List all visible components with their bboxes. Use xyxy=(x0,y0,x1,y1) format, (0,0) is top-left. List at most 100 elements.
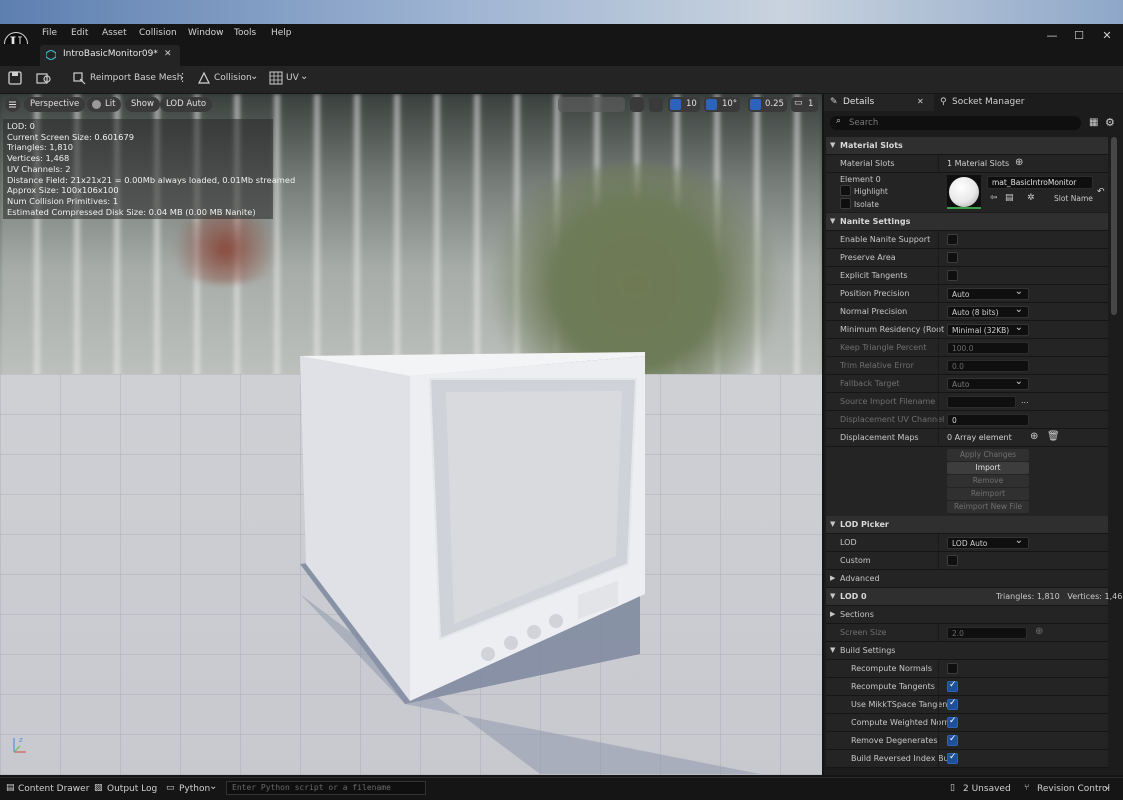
highlight-label: Highlight xyxy=(854,187,888,196)
transform-tools[interactable] xyxy=(558,97,625,112)
use-selected-icon[interactable]: ⇦ xyxy=(990,193,998,203)
section-nanite-settings[interactable]: ▼ Nanite Settings xyxy=(826,213,1108,231)
isolate-checkbox[interactable] xyxy=(840,198,851,209)
python-dropdown[interactable]: Python xyxy=(179,784,210,794)
scale-snap-icon xyxy=(750,99,761,110)
add-element-icon[interactable]: ⊕ xyxy=(1030,431,1038,442)
unsaved-button[interactable]: 2 Unsaved xyxy=(963,784,1011,794)
row-custom: Custom xyxy=(826,552,1108,570)
trash-icon[interactable]: 🗑 xyxy=(1047,431,1060,442)
trim-relative-error-input[interactable]: 0.0 xyxy=(947,360,1029,372)
apply-changes-button[interactable]: Apply Changes xyxy=(947,449,1029,461)
section-lod-0[interactable]: ▼ LOD 0 Triangles: 1,810 Vertices: 1,468 xyxy=(826,588,1123,606)
show-button[interactable]: Show xyxy=(125,97,160,112)
section-material-slots[interactable]: ▼ Material Slots xyxy=(826,137,1108,155)
grid-snap-toggle[interactable]: 10 xyxy=(668,97,700,112)
section-title: LOD 0 xyxy=(840,592,867,601)
displacement-uv-input[interactable]: 0 xyxy=(947,414,1029,426)
settings-gear-icon[interactable]: ⚙ xyxy=(1105,116,1115,129)
fallback-target-dropdown[interactable]: Auto xyxy=(947,376,1029,390)
console-input[interactable]: Enter Python script or a filename xyxy=(226,781,426,795)
recompute-normals-checkbox[interactable] xyxy=(947,663,958,674)
material-thumbnail[interactable] xyxy=(947,175,981,209)
remove-degenerates-checkbox[interactable] xyxy=(947,734,958,746)
close-window-button[interactable]: ✕ xyxy=(1100,29,1114,43)
row-build-settings[interactable]: ▼ Build Settings xyxy=(826,642,1108,660)
screen-size-input[interactable]: 2.0 xyxy=(947,627,1027,639)
collision-dropdown[interactable]: Collision xyxy=(214,73,252,83)
reimport-button[interactable]: Reimport xyxy=(947,488,1029,500)
property-label: Enable Nanite Support xyxy=(840,235,931,244)
menu-file[interactable]: File xyxy=(42,28,57,38)
enable-nanite-checkbox[interactable] xyxy=(947,234,958,245)
lod-dropdown[interactable]: LOD Auto xyxy=(947,535,1029,549)
tab-asset[interactable]: IntroBasicMonitor09* ✕ xyxy=(40,45,180,66)
lod-auto-button[interactable]: LOD Auto xyxy=(160,97,213,112)
browse-icon[interactable]: ▤ xyxy=(1005,193,1014,203)
material-options-icon[interactable]: ✲ xyxy=(1027,193,1035,203)
weighted-normals-checkbox[interactable] xyxy=(947,716,958,728)
menu-asset[interactable]: Asset xyxy=(102,28,127,38)
lit-button[interactable]: Lit xyxy=(87,97,122,112)
section-lod-picker[interactable]: ▼ LOD Picker xyxy=(826,516,1108,534)
highlight-checkbox[interactable] xyxy=(840,185,851,196)
camera-speed-button[interactable]: ▭ 1 xyxy=(791,97,818,112)
world-local-icon[interactable] xyxy=(649,97,663,112)
menu-tools[interactable]: Tools xyxy=(234,28,256,38)
reset-arrow-icon[interactable]: ↶ xyxy=(1097,187,1105,197)
import-button[interactable]: Import xyxy=(947,462,1029,474)
property-label: Preserve Area xyxy=(840,253,896,262)
tab-socket-manager[interactable]: ⚲ Socket Manager xyxy=(936,94,1056,111)
details-search-input[interactable]: ⌕ Search xyxy=(830,116,1081,130)
menu-edit[interactable]: Edit xyxy=(71,28,88,38)
surface-snap-icon[interactable] xyxy=(630,97,644,112)
add-icon[interactable]: ⊕ xyxy=(1035,626,1043,637)
row-advanced[interactable]: ▶ Advanced xyxy=(826,570,1108,588)
output-log-button[interactable]: Output Log xyxy=(107,784,157,794)
scale-snap-toggle[interactable]: 0.25 xyxy=(748,97,787,112)
keep-triangle-input[interactable]: 100.0 xyxy=(947,342,1029,354)
search-placeholder: Search xyxy=(849,118,879,128)
revision-control-icon: ⑂ xyxy=(1024,783,1030,793)
mikktspace-checkbox[interactable] xyxy=(947,698,958,710)
tab-close-icon[interactable]: ✕ xyxy=(164,49,172,59)
property-label: Use MikkTSpace Tangent xyxy=(851,700,951,709)
position-precision-dropdown[interactable]: Auto xyxy=(947,286,1029,300)
source-import-input[interactable] xyxy=(947,396,1016,408)
minimize-button[interactable]: — xyxy=(1045,29,1059,43)
reversed-index-checkbox[interactable] xyxy=(947,752,958,764)
explicit-tangents-checkbox[interactable] xyxy=(947,270,958,281)
tab-details[interactable]: ✎ Details ✕ xyxy=(824,94,934,111)
row-sections[interactable]: ▶ Sections xyxy=(826,606,1108,624)
add-slot-icon[interactable]: ⊕ xyxy=(1015,157,1023,168)
maximize-button[interactable]: ☐ xyxy=(1072,29,1086,43)
output-log-icon: ▧ xyxy=(94,783,103,793)
minimum-residency-dropdown[interactable]: Minimal (32KB) xyxy=(947,322,1029,336)
perspective-button[interactable]: Perspective xyxy=(24,97,86,112)
menu-help[interactable]: Help xyxy=(271,28,292,38)
content-drawer-button[interactable]: Content Drawer xyxy=(18,784,89,794)
menu-collision[interactable]: Collision xyxy=(139,28,177,38)
reimport-base-mesh-button[interactable]: Reimport Base Mesh xyxy=(90,73,182,83)
browse-file-button[interactable]: ... xyxy=(1021,396,1029,405)
normal-precision-dropdown[interactable]: Auto (8 bits) xyxy=(947,304,1029,318)
column-divider xyxy=(938,534,939,552)
more-options-icon[interactable]: ⋮ xyxy=(177,71,188,84)
details-tab-close-icon[interactable]: ✕ xyxy=(917,97,924,106)
material-asset-field[interactable]: mat_BasicIntroMonitor xyxy=(987,176,1093,189)
view-options-icon[interactable]: ▦ xyxy=(1089,117,1098,128)
property-label: Sections xyxy=(840,610,874,619)
viewport-menu-icon[interactable] xyxy=(5,97,20,112)
uv-dropdown[interactable]: UV xyxy=(286,73,299,83)
reimport-new-file-button[interactable]: Reimport New File xyxy=(947,501,1029,513)
revision-control-button[interactable]: Revision Control xyxy=(1037,784,1110,794)
browse-asset-icon[interactable] xyxy=(36,71,52,85)
menu-window[interactable]: Window xyxy=(188,28,224,38)
rotation-snap-toggle[interactable]: 10° xyxy=(704,97,740,112)
recompute-tangents-checkbox[interactable] xyxy=(947,680,958,692)
details-scrollbar[interactable] xyxy=(1111,137,1117,315)
save-icon[interactable] xyxy=(8,71,22,85)
preserve-area-checkbox[interactable] xyxy=(947,252,958,263)
remove-button[interactable]: Remove xyxy=(947,475,1029,487)
custom-checkbox[interactable] xyxy=(947,555,958,566)
